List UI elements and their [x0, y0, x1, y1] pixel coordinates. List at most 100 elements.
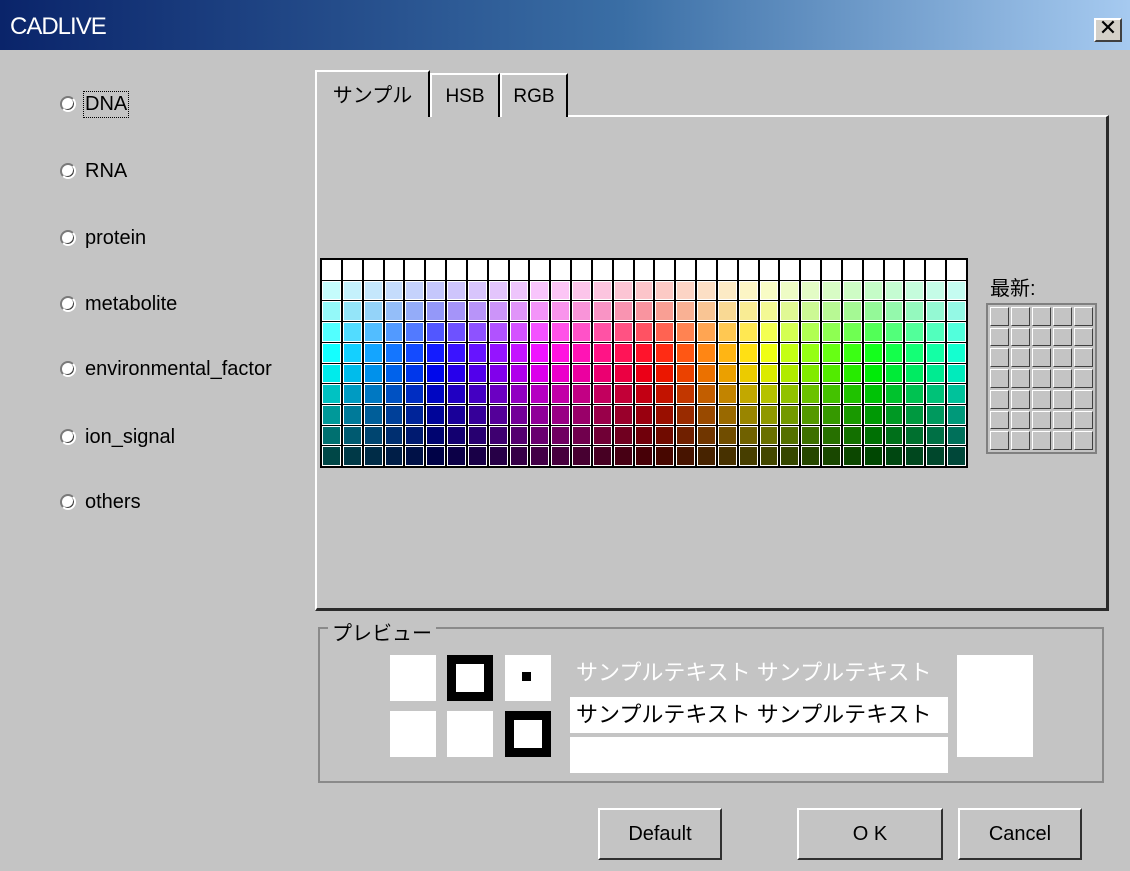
color-swatch[interactable]	[759, 322, 779, 342]
color-swatch[interactable]	[717, 425, 737, 446]
recent-swatch[interactable]	[1032, 348, 1051, 368]
color-swatch[interactable]	[759, 425, 779, 446]
color-swatch[interactable]	[634, 260, 654, 280]
color-swatch[interactable]	[426, 425, 446, 446]
recent-swatch[interactable]	[1074, 410, 1093, 430]
color-swatch[interactable]	[530, 404, 550, 425]
color-swatch[interactable]	[342, 342, 362, 363]
color-swatch[interactable]	[738, 446, 758, 466]
color-swatch[interactable]	[322, 404, 341, 425]
recent-swatch[interactable]	[1011, 369, 1030, 388]
color-swatch[interactable]	[717, 342, 737, 363]
color-swatch[interactable]	[822, 301, 841, 322]
color-swatch[interactable]	[884, 301, 904, 322]
color-swatch[interactable]	[509, 260, 529, 280]
recent-swatch[interactable]	[1053, 431, 1072, 450]
color-swatch[interactable]	[676, 322, 696, 342]
recent-swatch[interactable]	[1053, 389, 1072, 409]
color-swatch[interactable]	[634, 322, 654, 342]
color-swatch[interactable]	[426, 322, 446, 342]
recent-swatch[interactable]	[1074, 431, 1093, 450]
color-swatch[interactable]	[467, 404, 487, 425]
color-swatch[interactable]	[322, 280, 341, 301]
color-swatch[interactable]	[613, 301, 633, 322]
color-swatch[interactable]	[822, 404, 841, 425]
color-swatch[interactable]	[530, 280, 550, 301]
color-swatch[interactable]	[655, 363, 675, 384]
color-swatch[interactable]	[780, 446, 800, 466]
color-swatch[interactable]	[801, 425, 821, 446]
color-swatch[interactable]	[572, 363, 591, 384]
color-swatch[interactable]	[405, 280, 425, 301]
tab-rgb[interactable]: RGB	[500, 73, 568, 117]
color-swatch[interactable]	[801, 404, 821, 425]
color-swatch[interactable]	[634, 363, 654, 384]
color-swatch[interactable]	[926, 301, 946, 322]
radio-dna[interactable]: DNA	[60, 88, 130, 120]
color-swatch[interactable]	[384, 301, 404, 322]
color-swatch[interactable]	[530, 322, 550, 342]
color-swatch[interactable]	[822, 342, 841, 363]
color-swatch[interactable]	[342, 280, 362, 301]
color-swatch[interactable]	[780, 384, 800, 404]
color-swatch[interactable]	[551, 280, 571, 301]
recent-swatch[interactable]	[1053, 410, 1072, 430]
color-swatch[interactable]	[697, 342, 716, 363]
color-swatch[interactable]	[697, 404, 716, 425]
color-swatch[interactable]	[426, 404, 446, 425]
color-swatch[interactable]	[613, 384, 633, 404]
color-swatch[interactable]	[592, 260, 612, 280]
color-swatch[interactable]	[634, 280, 654, 301]
color-swatch[interactable]	[551, 384, 571, 404]
color-swatch[interactable]	[676, 342, 696, 363]
color-swatch[interactable]	[322, 363, 341, 384]
color-swatch[interactable]	[488, 260, 508, 280]
color-swatch[interactable]	[697, 446, 716, 466]
color-swatch[interactable]	[322, 384, 341, 404]
color-swatch[interactable]	[426, 260, 446, 280]
radio-indicator[interactable]	[60, 494, 76, 510]
color-swatch[interactable]	[405, 425, 425, 446]
color-swatch[interactable]	[697, 425, 716, 446]
color-swatch[interactable]	[488, 404, 508, 425]
color-swatch[interactable]	[676, 425, 696, 446]
color-swatch[interactable]	[842, 404, 862, 425]
color-swatch[interactable]	[738, 280, 758, 301]
color-swatch[interactable]	[613, 342, 633, 363]
color-swatch[interactable]	[572, 425, 591, 446]
recent-swatch[interactable]	[1074, 348, 1093, 368]
color-swatch[interactable]	[738, 301, 758, 322]
color-swatch[interactable]	[384, 384, 404, 404]
color-swatch[interactable]	[405, 322, 425, 342]
color-swatch[interactable]	[884, 342, 904, 363]
recent-swatch[interactable]	[1032, 369, 1051, 388]
color-swatch[interactable]	[947, 425, 966, 446]
recent-swatch[interactable]	[990, 431, 1009, 450]
color-swatch[interactable]	[738, 425, 758, 446]
color-swatch[interactable]	[759, 301, 779, 322]
color-swatch[interactable]	[884, 363, 904, 384]
color-swatch[interactable]	[447, 280, 466, 301]
color-swatch[interactable]	[863, 384, 883, 404]
color-swatch[interactable]	[947, 322, 966, 342]
color-swatch[interactable]	[634, 342, 654, 363]
color-swatch[interactable]	[884, 446, 904, 466]
recent-swatch[interactable]	[1053, 348, 1072, 368]
color-swatch[interactable]	[363, 322, 383, 342]
color-swatch[interactable]	[801, 384, 821, 404]
color-swatch[interactable]	[738, 404, 758, 425]
recent-swatch[interactable]	[1053, 369, 1072, 388]
cancel-button[interactable]: Cancel	[958, 808, 1082, 860]
color-swatch[interactable]	[426, 342, 446, 363]
recent-swatch[interactable]	[1011, 410, 1030, 430]
color-swatch[interactable]	[822, 425, 841, 446]
color-swatch[interactable]	[342, 384, 362, 404]
color-swatch[interactable]	[947, 342, 966, 363]
color-swatch[interactable]	[676, 280, 696, 301]
color-swatch[interactable]	[551, 342, 571, 363]
color-swatch[interactable]	[759, 404, 779, 425]
color-swatch[interactable]	[342, 404, 362, 425]
recent-swatch[interactable]	[990, 389, 1009, 409]
color-swatch[interactable]	[780, 280, 800, 301]
color-swatch[interactable]	[363, 342, 383, 363]
